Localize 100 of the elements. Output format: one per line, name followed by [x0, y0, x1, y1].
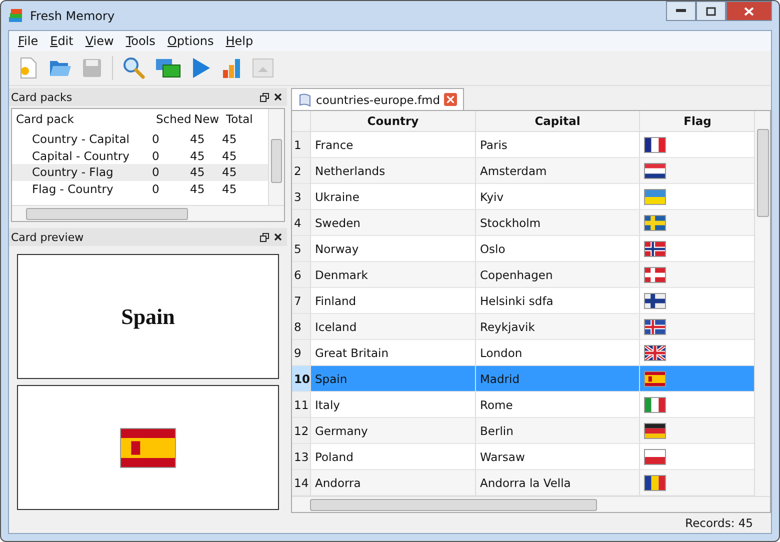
minimize-button[interactable]: [666, 1, 696, 21]
flag-icon: [120, 428, 176, 468]
sched-count: 0: [152, 165, 160, 180]
close-icon[interactable]: [274, 233, 282, 241]
play-icon[interactable]: [190, 56, 212, 80]
table-cell: Oslo: [476, 236, 640, 262]
flag-icon: [644, 292, 666, 308]
menu-item[interactable]: View: [80, 33, 119, 49]
menu-item[interactable]: Options: [162, 33, 219, 49]
table-cell: Poland: [311, 444, 476, 470]
row-number: 3: [292, 184, 311, 210]
flag-icon: [644, 240, 666, 256]
column-header[interactable]: Flag: [640, 111, 756, 132]
float-icon[interactable]: [260, 92, 268, 102]
table-cell: Rome: [476, 392, 640, 418]
vertical-scrollbar[interactable]: [754, 111, 770, 497]
row-number: 14: [292, 470, 311, 496]
total-count: 45: [222, 182, 238, 196]
menu-item[interactable]: Help: [220, 33, 258, 49]
flag-icon: [644, 370, 666, 386]
card-pack-row[interactable]: Capital - Country 0 45 45: [12, 148, 268, 164]
flag-icon: [644, 448, 666, 464]
search-icon[interactable]: [122, 56, 146, 80]
close-icon[interactable]: [274, 93, 282, 101]
flag-icon: [644, 136, 666, 152]
card-pack-row[interactable]: Country - Flag 0 45 45: [12, 164, 268, 180]
table-cell: Denmark: [311, 262, 476, 288]
flag-icon: [644, 318, 666, 334]
card-question: Spain: [121, 304, 175, 330]
column-header[interactable]: Sched: [152, 112, 190, 126]
table-cell: Iceland: [311, 314, 476, 340]
flag-icon: [644, 396, 666, 412]
bar-chart-icon[interactable]: [221, 57, 243, 79]
minimize-icon: [676, 9, 686, 13]
column-header[interactable]: Card pack: [12, 112, 152, 126]
row-number: 1: [292, 132, 311, 158]
card-pack-row[interactable]: Flag - Country 0 45 45: [12, 180, 268, 197]
table-cell: Great Britain: [311, 340, 476, 366]
table-cell: Netherlands: [311, 158, 476, 184]
flag-icon: [644, 188, 666, 204]
table-cell: Stockholm: [476, 210, 640, 236]
new-count: 45: [190, 182, 206, 196]
horizontal-scrollbar[interactable]: [12, 205, 284, 221]
vertical-scrollbar[interactable]: [268, 109, 284, 205]
table-cell: Madrid: [476, 366, 640, 392]
close-icon: [744, 6, 754, 16]
row-number: 4: [292, 210, 311, 236]
windows-icon[interactable]: [155, 57, 181, 79]
table-cell: Andorra: [311, 470, 476, 496]
table-cell: Amsterdam: [476, 158, 640, 184]
sched-count: 0: [152, 148, 160, 163]
row-number: 5: [292, 236, 311, 262]
card-pack-row[interactable]: Country - Capital 0 45 45: [12, 131, 268, 148]
table-cell: Paris: [476, 132, 640, 158]
table-cell: Spain: [311, 366, 476, 392]
close-tab-button[interactable]: [444, 93, 458, 106]
pack-name: Capital - Country: [31, 148, 130, 163]
table-cell: Kyiv: [476, 184, 640, 210]
menu-item[interactable]: Edit: [45, 33, 78, 49]
table-cell: Reykjavik: [476, 314, 640, 340]
table-cell: Warsaw: [476, 444, 640, 470]
panel-title: Card preview: [11, 230, 85, 244]
total-count: 45: [222, 165, 238, 180]
menu-item[interactable]: File: [13, 33, 44, 49]
total-count: 45: [222, 132, 238, 146]
file-tab[interactable]: countries-europe.fmd: [291, 88, 464, 110]
row-number: 11: [292, 392, 311, 418]
column-header[interactable]: Total: [222, 112, 262, 126]
table-cell: Norway: [311, 236, 476, 262]
app-icon: [8, 8, 24, 24]
row-number: 7: [292, 288, 311, 314]
row-number: 13: [292, 444, 311, 470]
close-button[interactable]: [726, 1, 772, 21]
table-cell: Ukraine: [311, 184, 476, 210]
table-cell: Sweden: [311, 210, 476, 236]
maximize-icon: [706, 6, 716, 16]
table-cell: Berlin: [476, 418, 640, 444]
flag-icon: [644, 422, 666, 438]
pack-name: Country - Capital: [31, 132, 130, 146]
flag-icon: [644, 214, 666, 230]
menu-item[interactable]: Tools: [120, 33, 160, 49]
flag-icon: [644, 266, 666, 282]
table-cell: Copenhagen: [476, 262, 640, 288]
column-header[interactable]: Country: [311, 111, 476, 132]
row-number: 10: [292, 366, 311, 392]
row-number: 2: [292, 158, 311, 184]
row-number: 12: [292, 418, 311, 444]
float-icon[interactable]: [260, 232, 268, 242]
sched-count: 0: [152, 132, 160, 146]
new-count: 45: [190, 165, 206, 180]
maximize-button[interactable]: [696, 1, 726, 21]
window-title: Fresh Memory: [30, 8, 115, 22]
horizontal-scrollbar[interactable]: [292, 496, 770, 512]
column-header[interactable]: Capital: [476, 111, 640, 132]
records-count: Records: 45: [685, 516, 753, 530]
table-cell: Helsinki sdfa: [476, 288, 640, 314]
pack-name: Country - Flag: [31, 165, 114, 180]
flag-icon: [644, 344, 666, 360]
table-cell: France: [311, 132, 476, 158]
column-header[interactable]: New: [190, 112, 222, 126]
